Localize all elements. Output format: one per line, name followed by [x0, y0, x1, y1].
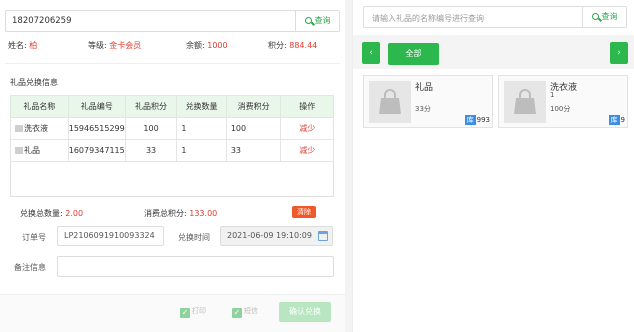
section-title: 礼品兑换信息 — [10, 78, 58, 87]
calendar-icon[interactable] — [318, 231, 328, 241]
cell-points: 100 — [124, 117, 178, 140]
stock-badge: 库 — [608, 115, 620, 125]
bag-icon — [369, 81, 411, 123]
time-label: 兑换时间 — [178, 233, 210, 242]
check-icon: ✓ — [180, 308, 190, 318]
member-points: 积分: 884.44 — [268, 40, 317, 51]
total-points-value: 133.00 — [189, 209, 218, 218]
gift-search-button[interactable]: 查询 — [582, 7, 626, 27]
name-value: 柏 — [29, 41, 38, 50]
cell-points: 33 — [124, 139, 178, 162]
stock-badge: 库 — [464, 115, 476, 125]
remark-label: 备注信息 — [14, 263, 46, 272]
sms-checkbox[interactable]: ✓ 短信 — [232, 306, 258, 318]
search-icon — [591, 13, 599, 20]
sms-checkbox-label: 短信 — [244, 307, 258, 315]
cell-cost: 100 — [225, 117, 282, 140]
gift-card-sub: 1 — [550, 91, 555, 99]
name-label: 姓名: — [8, 41, 27, 50]
col-cost: 消费积分 — [225, 95, 282, 118]
member-search-value[interactable]: 18207206259 — [12, 16, 72, 26]
balance-value: 1000 — [207, 41, 228, 50]
table-header-row: 礼品名称 礼品编号 礼品积分 兑换数量 消费积分 操作 — [10, 95, 334, 118]
print-checkbox[interactable]: ✓ 打印 — [180, 306, 206, 318]
decrease-link[interactable]: 减少 — [280, 117, 334, 140]
cell-qty[interactable]: 1 — [176, 117, 227, 140]
cell-name: 礼品 — [10, 139, 69, 162]
col-gift-points: 礼品积分 — [124, 95, 178, 118]
print-checkbox-label: 打印 — [192, 307, 206, 315]
category-all-button[interactable]: 全部 — [388, 43, 439, 65]
gift-icon — [15, 125, 23, 132]
confirm-exchange-button[interactable]: 确认兑换 — [279, 302, 331, 322]
gift-card-points: 33分 — [415, 105, 431, 113]
member-balance: 余额: 1000 — [186, 40, 228, 51]
cell-name-text: 洗衣液 — [24, 124, 48, 133]
exchange-time-value: 2021-06-09 19:10:09 — [227, 231, 312, 240]
remark-field[interactable] — [57, 256, 334, 277]
check-icon: ✓ — [232, 308, 242, 318]
col-op: 操作 — [280, 95, 334, 118]
cell-name: 洗衣液 — [10, 117, 69, 140]
exchange-time-field[interactable]: 2021-06-09 19:10:09 — [220, 226, 333, 246]
prev-category-button[interactable]: ‹ — [362, 42, 380, 64]
member-panel: 18207206259 查询 姓名: 柏 等级: 金卡会员 余额: 1000 积… — [0, 0, 345, 332]
gift-card-stock: 库9 — [608, 115, 626, 125]
points-value: 884.44 — [289, 41, 318, 50]
cell-code: 16079347115 — [67, 139, 126, 162]
order-number-field[interactable]: LP2106091910093324 — [57, 226, 164, 246]
total-qty: 兑换总数量: 2.00 — [20, 208, 83, 219]
member-search-button[interactable]: 查询 — [295, 11, 339, 31]
col-gift-code: 礼品编号 — [67, 95, 126, 118]
cell-name-text: 礼品 — [24, 146, 40, 155]
bag-icon — [504, 81, 546, 123]
divider — [5, 63, 340, 64]
gift-card-name: 礼品 — [415, 83, 434, 93]
gift-search-input[interactable]: 请输入礼品的名称编号进行查询 查询 — [363, 6, 627, 28]
gift-panel: 请输入礼品的名称编号进行查询 查询 ‹ 全部 › 礼品 33分 库 993 洗衣液… — [352, 0, 634, 332]
gift-card-stock: 库 993 — [464, 115, 491, 125]
order-label: 订单号 — [22, 233, 46, 242]
search-icon — [304, 17, 312, 24]
member-level: 等级: 金卡会员 — [88, 40, 141, 51]
points-label: 积分: — [268, 41, 287, 50]
level-value: 金卡会员 — [109, 41, 142, 50]
member-search-button-label: 查询 — [314, 16, 331, 25]
total-qty-value: 2.00 — [65, 209, 84, 218]
table-row: 洗衣液 15946515299 100 1 100 减少 — [10, 117, 334, 140]
member-search-input[interactable]: 18207206259 查询 — [5, 10, 340, 32]
balance-label: 余额: — [186, 41, 205, 50]
cell-cost: 33 — [225, 139, 282, 162]
total-qty-label: 兑换总数量: — [20, 209, 63, 218]
total-points-label: 消费总积分: — [144, 209, 187, 218]
gift-search-placeholder: 请输入礼品的名称编号进行查询 — [372, 14, 484, 23]
panel-divider — [345, 0, 352, 332]
gift-icon — [15, 147, 23, 154]
table-row: 礼品 16079347115 33 1 33 减少 — [10, 139, 334, 162]
gift-card[interactable]: 礼品 33分 库 993 — [363, 75, 493, 128]
level-label: 等级: — [88, 41, 107, 50]
stock-value: 993 — [476, 116, 490, 124]
cell-code: 15946515299 — [67, 117, 126, 140]
stock-value: 9 — [620, 116, 625, 124]
clear-button[interactable]: 清除 — [292, 206, 316, 218]
gift-table: 礼品名称 礼品编号 礼品积分 兑换数量 消费积分 操作 洗衣液 15946515… — [10, 95, 334, 162]
gift-card[interactable]: 洗衣液 1 100分 库9 — [498, 75, 628, 128]
col-gift-name: 礼品名称 — [10, 95, 69, 118]
gift-card-points: 100分 — [550, 105, 571, 113]
total-points: 消费总积分: 133.00 — [144, 208, 217, 219]
gift-search-button-label: 查询 — [601, 12, 618, 21]
cell-qty[interactable]: 1 — [176, 139, 227, 162]
decrease-link[interactable]: 减少 — [280, 139, 334, 162]
next-category-button[interactable]: › — [610, 42, 628, 64]
col-qty: 兑换数量 — [176, 95, 227, 118]
member-name: 姓名: 柏 — [8, 40, 37, 51]
